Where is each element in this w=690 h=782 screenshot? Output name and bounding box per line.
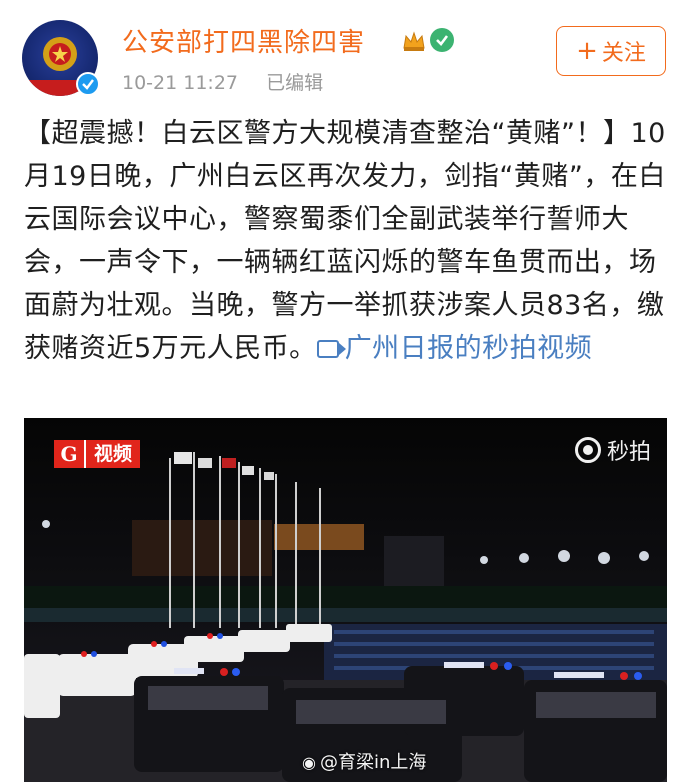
member-badge-icon	[430, 28, 454, 52]
watermark: ◉ @育梁in上海	[302, 748, 426, 774]
miaopai-logo: 秒拍	[574, 434, 651, 466]
follow-label: 关注	[601, 41, 646, 66]
video-link-label: 广州日报的秒拍视频	[344, 333, 593, 364]
follow-button[interactable]: + 关注	[556, 26, 666, 76]
post-body: 【超震撼！白云区警方大规模清查整治“黄赌”！】10月19日晚，广州白云区再次发力…	[24, 112, 668, 370]
post-text: 【超震撼！白云区警方大规模清查整治“黄赌”！】10月19日晚，广州白云区再次发力…	[24, 118, 666, 364]
plus-icon: +	[576, 36, 598, 66]
video-icon	[316, 340, 346, 358]
miaopai-eye-icon	[574, 437, 601, 463]
crown-badge-icon	[403, 31, 425, 51]
source-badge-logo: G	[54, 440, 84, 468]
source-badge: G 视频	[54, 440, 141, 468]
watermark-text: @育梁in上海	[319, 752, 427, 773]
post-timestamp: 10-21 11:27	[122, 72, 239, 94]
author-name[interactable]: 公安部打四黑除四害	[122, 22, 365, 59]
video-link[interactable]: 广州日报的秒拍视频	[316, 333, 593, 364]
verified-badge-icon	[76, 72, 100, 96]
weibo-icon: ◉	[302, 753, 316, 772]
video-player[interactable]: G 视频 秒拍 ◉ @育梁in上海	[24, 418, 667, 782]
police-emblem-icon	[43, 37, 77, 71]
source-badge-label: 视频	[86, 440, 141, 468]
post-meta: 10-21 11:27 已编辑	[122, 68, 323, 95]
miaopai-logo-text: 秒拍	[606, 440, 651, 465]
video-thumbnail	[24, 418, 667, 782]
edited-label: 已编辑	[266, 72, 324, 94]
